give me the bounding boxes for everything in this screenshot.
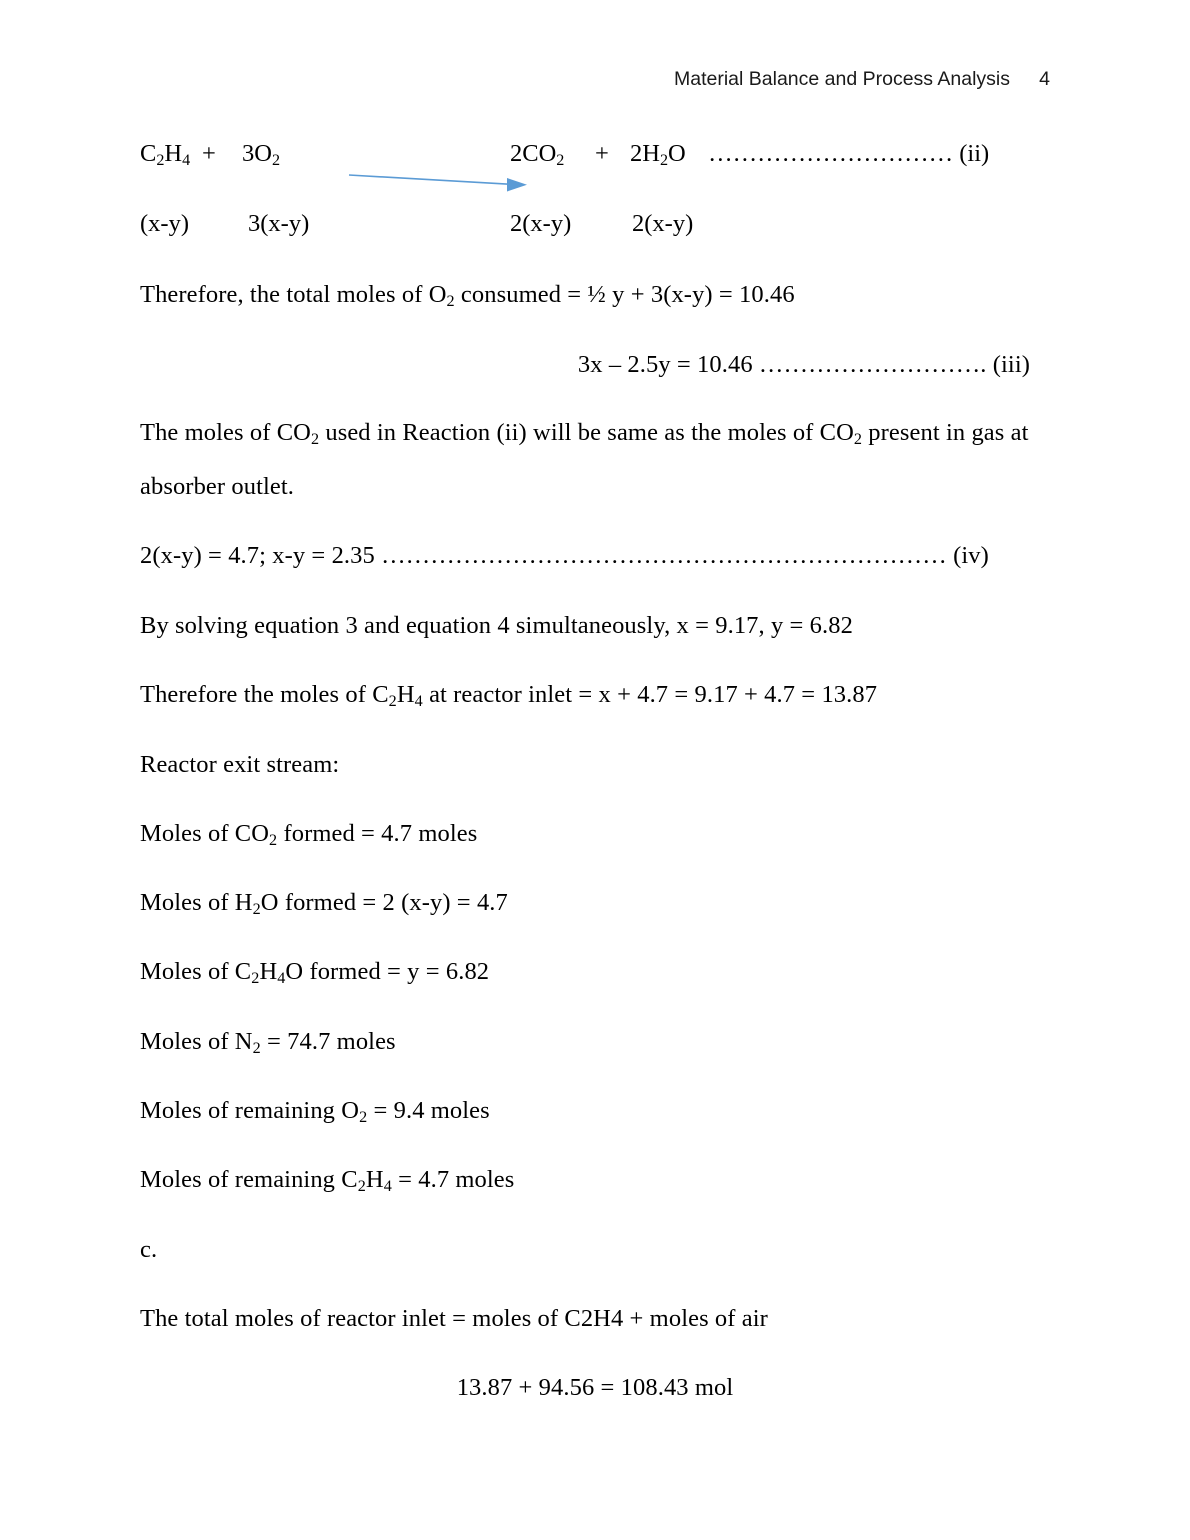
list-item-c: c.	[140, 1236, 158, 1263]
moles-n2-line: Moles of N2 = 74.7 moles	[140, 1028, 396, 1058]
total-reactor-inlet-line: The total moles of reactor inlet = moles…	[140, 1305, 768, 1332]
right-arrow-icon	[310, 138, 527, 192]
solving-equations-line: By solving equation 3 and equation 4 sim…	[140, 612, 853, 639]
coefficient-reactant-1: (x-y)	[140, 210, 189, 237]
plus-sign-products: +	[595, 140, 609, 167]
reactant-oxygen: 3O2	[242, 140, 281, 170]
co2-note-line-2: absorber outlet.	[140, 473, 294, 500]
equation-label-ii: (ii)	[953, 140, 990, 167]
moles-co2-line: Moles of CO2 formed = 4.7 moles	[140, 820, 478, 850]
reactor-exit-stream-heading: Reactor exit stream:	[140, 751, 340, 778]
product-carbon-dioxide: 2CO2	[510, 140, 565, 170]
moles-c2h4-remaining-line: Moles of remaining C2H4 = 4.7 moles	[140, 1166, 515, 1196]
leader-dots: …………………………	[702, 140, 954, 167]
co2-note-line-1: The moles of CO2 used in Reaction (ii) w…	[140, 419, 1029, 449]
coefficient-product-1: 2(x-y)	[510, 210, 572, 237]
header-page-number: 4	[1039, 68, 1050, 90]
coefficient-product-2: 2(x-y)	[632, 210, 694, 237]
c2h4-reactor-inlet-line: Therefore the moles of C2H4 at reactor i…	[140, 681, 878, 711]
equation-leader-ii: ………………………… (ii)	[702, 140, 989, 168]
plus-sign-reactants: +	[202, 140, 216, 167]
equation-iv-line: 2(x-y) = 4.7; x-y = 2.35 …………………………………………	[140, 542, 989, 569]
moles-h2o-line: Moles of H2O formed = 2 (x-y) = 4.7	[140, 889, 508, 919]
moles-o2-remaining-line: Moles of remaining O2 = 9.4 moles	[140, 1097, 490, 1127]
total-o2-consumed-line: Therefore, the total moles of O2 consume…	[140, 281, 795, 311]
page-header: Material Balance and Process Analysis 4	[0, 68, 1190, 98]
header-title: Material Balance and Process Analysis	[673, 68, 1010, 90]
total-reactor-inlet-value: 13.87 + 94.56 = 108.43 mol	[456, 1374, 734, 1401]
equation-iii-line: 3x – 2.5y = 10.46 ………………………. (iii)	[577, 351, 1030, 378]
product-water: 2H2O	[630, 140, 686, 170]
reactant-ethylene: C2H4	[140, 140, 191, 170]
moles-c2h4o-line: Moles of C2H4O formed = y = 6.82	[140, 958, 490, 988]
reaction-equation-row: C2H4 + 3O2 2CO2 + 2H2O ………………………… (ii)	[140, 138, 1040, 192]
document-page: Material Balance and Process Analysis 4 …	[0, 0, 1190, 1540]
coefficient-row: (x-y) 3(x-y) 2(x-y) 2(x-y)	[140, 210, 1040, 246]
coefficient-reactant-2: 3(x-y)	[248, 210, 310, 237]
